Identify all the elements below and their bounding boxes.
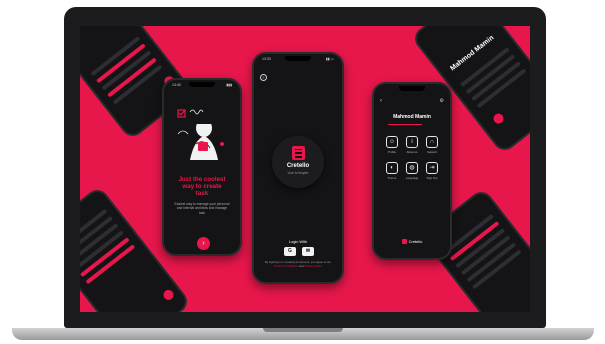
laptop-hinge-notch — [263, 328, 343, 332]
menu-item-profile[interactable]: ☺ Profile — [382, 136, 402, 154]
profile-brand: Cretello — [374, 239, 450, 244]
arrow-right-icon: › — [202, 240, 205, 247]
back-arrow-icon[interactable]: ‹ — [380, 98, 382, 104]
brand-name: Cretello — [408, 239, 423, 244]
user-icon: ☺ — [386, 136, 398, 148]
laptop-mockup: Mahmod Mamin 13:40 ▮▮▮ Just the coolest … — [0, 0, 605, 344]
menu-item-theme[interactable]: ◐ Theme — [382, 162, 402, 180]
name-underline — [388, 124, 422, 125]
onboarding-description: Easiest way to manage your personal and … — [174, 202, 230, 215]
onboarding-phone: 13:40 ▮▮▮ Just the coolest way to create… — [162, 78, 242, 256]
menu-item-label: Support — [427, 150, 437, 154]
terms-text: By signing in or creating an account, yo… — [264, 260, 332, 269]
google-login-button[interactable]: G — [284, 247, 296, 256]
menu-item-about[interactable]: i About us — [402, 136, 422, 154]
menu-item-signout[interactable]: ⇥ Sign Out — [422, 162, 442, 180]
next-button[interactable]: › — [197, 237, 210, 250]
login-with-label: Login With — [289, 240, 307, 244]
profile-name: Mahmod Mamin — [393, 114, 431, 120]
status-time: 13:40 — [172, 83, 181, 87]
title-line-1: Just the coolest — [178, 176, 226, 183]
globe-icon: ◍ — [406, 162, 418, 174]
cretello-logo-icon — [292, 146, 305, 160]
login-buttons: G ✉ — [284, 247, 314, 256]
headset-icon: ∩ — [426, 136, 438, 148]
phone-camera-notch — [399, 86, 425, 91]
menu-item-language[interactable]: ◍ Language — [402, 162, 422, 180]
logout-icon: ⇥ — [426, 162, 438, 174]
terms-and: and — [299, 263, 304, 268]
terms-link[interactable]: Terms & Conditions — [274, 264, 298, 268]
status-bar: 13:33 ▮▮ ▭ — [262, 57, 334, 63]
menu-icon[interactable]: ≡ — [260, 74, 267, 81]
status-time: 13:33 — [262, 57, 271, 61]
menu-item-support[interactable]: ∩ Support — [422, 136, 442, 154]
email-login-button[interactable]: ✉ — [302, 247, 314, 256]
battery-icon: ▮▮ ▭ — [325, 57, 334, 61]
laptop-screen: Mahmod Mamin 13:40 ▮▮▮ Just the coolest … — [80, 26, 530, 312]
status-bar: 13:40 ▮▮▮ — [172, 83, 232, 89]
app-tagline: Line to Inspire — [287, 171, 309, 175]
menu-item-label: About us — [406, 150, 418, 154]
settings-icon[interactable]: ⚙ — [440, 98, 444, 104]
menu-item-label: Theme — [387, 176, 397, 180]
menu-item-label: Profile — [388, 150, 396, 154]
palette-icon: ◐ — [386, 162, 398, 174]
logo-circle — [272, 136, 324, 188]
cretello-logo-icon — [401, 239, 407, 244]
title-line-2: way to create — [182, 183, 222, 191]
login-phone: 13:33 ▮▮ ▭ ≡ Cretello Line to Inspire Lo… — [252, 52, 344, 284]
menu-item-label: Language — [405, 176, 419, 180]
profile-phone: ‹ ⚙ Mahmod Mamin ☺ Profile i About us ∩ … — [372, 82, 452, 260]
privacy-link[interactable]: Privacy Policy — [305, 264, 322, 268]
signal-icon: ▮▮▮ — [226, 83, 232, 87]
app-name: Cretello — [286, 163, 310, 169]
mail-icon: ✉ — [305, 248, 311, 254]
onboarding-title: Just the coolest way to create task — [170, 176, 234, 198]
profile-menu-grid: ☺ Profile i About us ∩ Support ◐ Theme ◍ — [382, 136, 442, 180]
menu-item-label: Sign Out — [426, 176, 438, 180]
info-icon: i — [406, 136, 418, 148]
title-line-3: task — [195, 190, 209, 198]
task-illustration — [177, 109, 224, 160]
